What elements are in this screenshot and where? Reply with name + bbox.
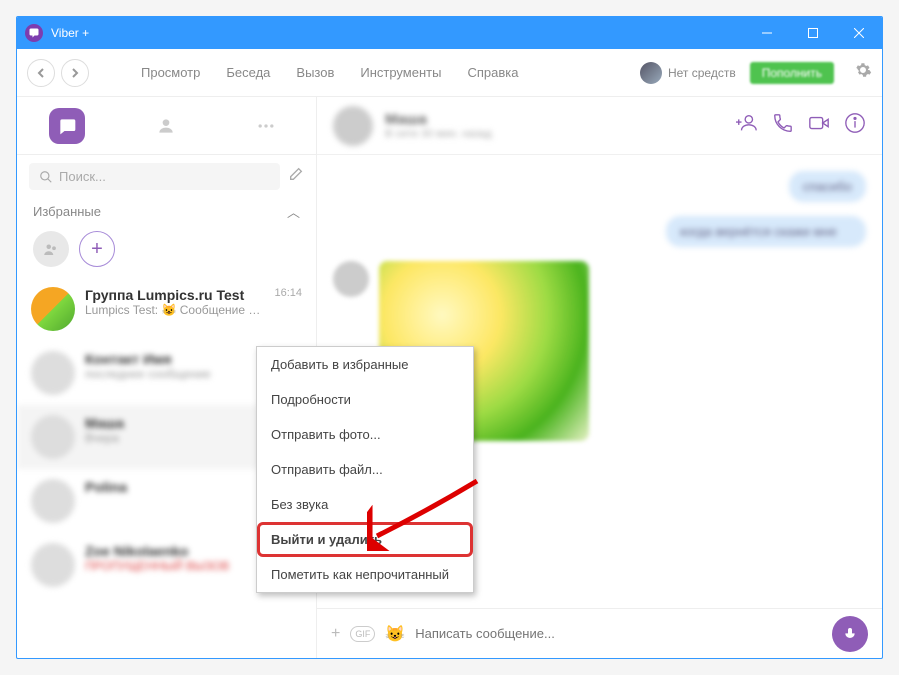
chat-time: 16:14 (274, 287, 302, 331)
menu-view[interactable]: Просмотр (131, 65, 210, 80)
voice-call-button[interactable] (772, 112, 794, 139)
message-composer: + GIF 😺 (317, 608, 882, 658)
tab-more[interactable] (248, 108, 284, 144)
menu-chat[interactable]: Беседа (216, 65, 280, 80)
menubar: Просмотр Беседа Вызов Инструменты Справк… (17, 49, 882, 97)
attach-button[interactable]: + (331, 625, 340, 643)
menu-send-photo[interactable]: Отправить фото... (257, 417, 473, 452)
search-placeholder: Поиск... (59, 169, 106, 184)
chat-avatar (31, 415, 75, 459)
balance-label: Нет средств (668, 66, 736, 80)
menu-leave-delete[interactable]: Выйти и удалить (257, 522, 473, 557)
viber-logo-icon (25, 24, 43, 42)
search-icon (39, 170, 53, 184)
chat-info-button[interactable] (844, 112, 866, 139)
settings-button[interactable] (854, 61, 872, 84)
menu-add-favorite[interactable]: Добавить в избранные (257, 347, 473, 382)
voice-message-button[interactable] (832, 616, 868, 652)
menu-mute[interactable]: Без звука (257, 487, 473, 522)
account-balance[interactable]: Нет средств (640, 62, 736, 84)
chevron-up-icon: ︿ (287, 202, 300, 221)
add-favorite-button[interactable]: + (79, 231, 115, 267)
titlebar: Viber + (17, 17, 882, 49)
favorites-label: Избранные (33, 204, 101, 219)
add-participant-button[interactable] (736, 112, 758, 139)
chat-avatar (31, 287, 75, 331)
sticker-button[interactable]: 😺 (385, 624, 405, 644)
gif-button[interactable]: GIF (350, 626, 375, 642)
account-avatar (640, 62, 662, 84)
window-title: Viber + (51, 26, 89, 40)
menu-help[interactable]: Справка (457, 65, 528, 80)
close-button[interactable] (836, 17, 882, 49)
message-bubble: спасибо (789, 171, 866, 202)
chat-header-name: Маша (385, 111, 492, 128)
nav-back-button[interactable] (27, 59, 55, 87)
menu-tools[interactable]: Инструменты (350, 65, 451, 80)
app-window: Viber + Просмотр Беседа Вызов Инструмент… (16, 16, 883, 659)
topup-button[interactable]: Пополнить (750, 62, 834, 84)
maximize-button[interactable] (790, 17, 836, 49)
nav-forward-button[interactable] (61, 59, 89, 87)
menu-details[interactable]: Подробности (257, 382, 473, 417)
favorite-group-icon[interactable] (33, 231, 69, 267)
chat-header-avatar[interactable] (333, 106, 373, 146)
compose-button[interactable] (288, 166, 304, 187)
menu-mark-unread[interactable]: Пометить как непрочитанный (257, 557, 473, 592)
sidebar-tabs (17, 97, 316, 155)
tab-chats[interactable] (49, 108, 85, 144)
minimize-button[interactable] (744, 17, 790, 49)
chat-avatar (31, 543, 75, 587)
chat-item-group[interactable]: Группа Lumpics.ru Test Lumpics Test: 😺 С… (17, 277, 316, 341)
chat-name: Группа Lumpics.ru Test (85, 287, 264, 303)
video-call-button[interactable] (808, 112, 830, 139)
message-input[interactable] (415, 626, 822, 641)
message-bubble: когда вернётся скажи мне (666, 216, 866, 247)
chat-preview: Lumpics Test: 😺 Сообщение со стикером (85, 303, 264, 317)
chat-header-status: В сети 30 мин. назад (385, 128, 492, 140)
favorites-header[interactable]: Избранные ︿ (17, 198, 316, 225)
context-menu: Добавить в избранные Подробности Отправи… (256, 346, 474, 593)
search-input[interactable]: Поиск... (29, 163, 280, 190)
tab-contacts[interactable] (148, 108, 184, 144)
menu-call[interactable]: Вызов (286, 65, 344, 80)
chat-avatar (31, 479, 75, 523)
menu-send-file[interactable]: Отправить файл... (257, 452, 473, 487)
message-avatar (333, 261, 369, 297)
chat-avatar (31, 351, 75, 395)
chat-header: Маша В сети 30 мин. назад (317, 97, 882, 155)
